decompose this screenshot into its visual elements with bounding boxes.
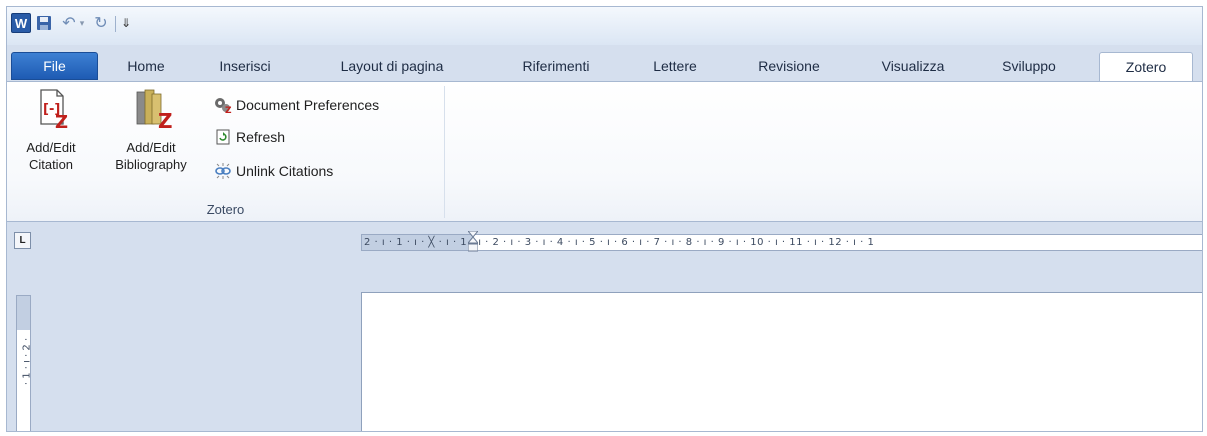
document-page[interactable] (361, 292, 1202, 431)
add-edit-bibliography-label-line1: Add/Edit (126, 140, 176, 155)
word-window: W ↶ ▾ ↻ ⇓ File Home Inserisci Layout di … (6, 6, 1203, 432)
tab-sviluppo[interactable]: Sviluppo (983, 52, 1075, 80)
bibliography-icon: Z (125, 84, 177, 139)
citation-icon: [-] Z (31, 84, 71, 139)
add-edit-citation-label-line1: Add/Edit (26, 140, 76, 155)
tab-revisione[interactable]: Revisione (739, 52, 839, 80)
horizontal-ruler[interactable]: 2 · ı · 1 · ı · ╳ · ı · 1 · ı · 2 · ı · … (361, 230, 1202, 253)
svg-text:Z: Z (55, 112, 68, 133)
word-app-icon[interactable]: W (11, 13, 31, 33)
add-edit-bibliography-button[interactable]: Z Add/Edit Bibliography (99, 84, 203, 173)
refresh-button[interactable]: Refresh (213, 126, 285, 148)
redo-icon[interactable]: ↻ (93, 13, 109, 33)
document-preferences-button[interactable]: Z Document Preferences (213, 94, 379, 116)
tab-riferimenti[interactable]: Riferimenti (501, 52, 611, 80)
svg-text:Z: Z (225, 106, 232, 114)
group-separator (444, 86, 445, 218)
customize-toolbar-icon[interactable]: ⇓ (119, 13, 133, 33)
unlink-citations-button[interactable]: Unlink Citations (213, 160, 333, 182)
toolbar-separator (115, 16, 116, 32)
undo-dropdown-icon[interactable]: ▾ (77, 13, 87, 33)
save-icon[interactable] (35, 13, 53, 33)
ribbon-tabs: File Home Inserisci Layout di pagina Rif… (7, 45, 1202, 81)
add-edit-citation-label-line2: Citation (28, 157, 74, 172)
tab-inserisci[interactable]: Inserisci (205, 52, 285, 80)
svg-text:Z: Z (158, 109, 173, 133)
undo-icon[interactable]: ↶ (61, 13, 77, 33)
tab-file[interactable]: File (11, 52, 98, 80)
zotero-group-label: Zotero (206, 202, 245, 217)
quick-access-toolbar: W ↶ ▾ ↻ ⇓ (7, 7, 1202, 45)
document-area: L 2 · ı · 1 · ı · ╳ · ı · 1 · ı · 2 · ı … (7, 222, 1202, 431)
tab-stop-selector[interactable]: L (14, 232, 31, 249)
indent-marker-icon[interactable] (466, 230, 480, 253)
refresh-label: Refresh (236, 129, 286, 145)
tab-home[interactable]: Home (115, 52, 177, 80)
tab-visualizza[interactable]: Visualizza (863, 52, 963, 80)
gears-icon: Z (213, 96, 233, 114)
unlink-citations-label: Unlink Citations (236, 163, 334, 179)
horizontal-ruler-ticks: 2 · ı · 1 · ı · ╳ · ı · 1 · ı · 2 · ı · … (364, 237, 875, 248)
document-preferences-label: Document Preferences (236, 97, 380, 113)
vertical-ruler[interactable]: · 1 · ı · 2 · (16, 295, 33, 431)
ribbon-panel: [-] Z Add/Edit Citation Z Add/Edit Bibli… (7, 81, 1202, 222)
tab-zotero[interactable]: Zotero (1099, 52, 1193, 81)
tab-lettere[interactable]: Lettere (634, 52, 716, 80)
add-edit-citation-button[interactable]: [-] Z Add/Edit Citation (13, 84, 89, 173)
refresh-icon (213, 128, 233, 146)
vertical-ruler-ticks: · 1 · ı · 2 · (21, 337, 33, 386)
add-edit-bibliography-label-line2: Bibliography (115, 157, 187, 172)
unlink-icon (213, 162, 233, 180)
tab-layout-di-pagina[interactable]: Layout di pagina (307, 52, 477, 80)
